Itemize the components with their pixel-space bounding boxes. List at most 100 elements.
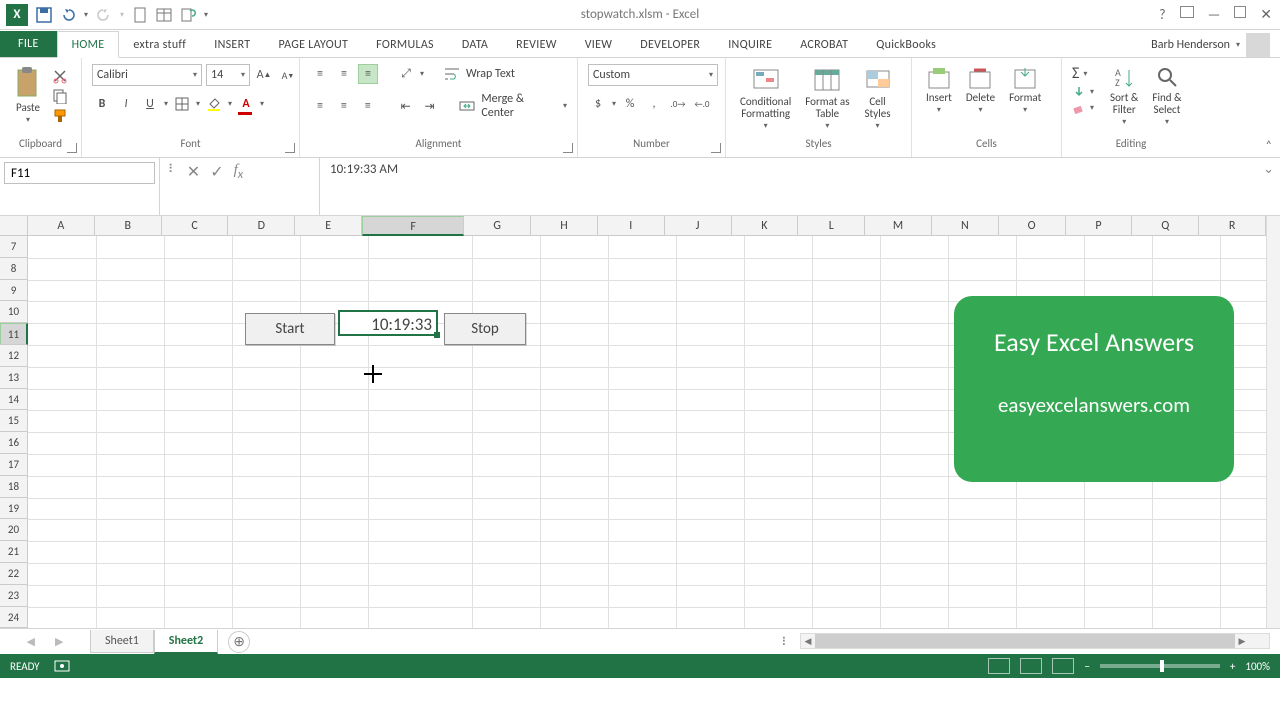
row-header[interactable]: 22 (0, 563, 28, 585)
font-color-button[interactable]: A (236, 94, 256, 114)
wrap-text-button[interactable]: Wrap Text (466, 67, 515, 81)
column-header[interactable]: H (531, 216, 598, 236)
percent-format-icon[interactable]: % (620, 94, 640, 114)
row-header[interactable]: 8 (0, 258, 28, 280)
align-left-icon[interactable]: ≡ (310, 96, 330, 116)
zoom-slider[interactable] (1100, 664, 1220, 668)
borders-button[interactable] (172, 94, 192, 114)
orientation-icon[interactable]: ⤢ (396, 64, 416, 84)
sort-filter-button[interactable]: AZSort & Filter▾ (1106, 64, 1142, 129)
merge-center-button[interactable]: Merge & Center (481, 92, 559, 120)
zoom-level[interactable]: 100% (1245, 660, 1270, 673)
tab-file[interactable]: FILE (0, 31, 57, 57)
scroll-thumb[interactable] (815, 634, 1235, 648)
row-header[interactable]: 11 (0, 323, 28, 345)
zoom-out-icon[interactable]: − (1084, 660, 1089, 673)
column-header[interactable]: M (865, 216, 932, 236)
start-button[interactable]: Start (245, 313, 335, 345)
avatar[interactable] (1246, 33, 1270, 57)
tab-inquire[interactable]: INQUIRE (714, 32, 786, 57)
row-header[interactable]: 9 (0, 280, 28, 302)
tab-developer[interactable]: DEVELOPER (626, 32, 714, 57)
align-bottom-icon[interactable]: ≡ (358, 64, 378, 84)
format-painter-icon[interactable] (52, 108, 68, 124)
row-header[interactable]: 12 (0, 345, 28, 367)
page-layout-view-icon[interactable] (1020, 658, 1042, 674)
align-center-icon[interactable]: ≡ (334, 96, 354, 116)
bold-button[interactable]: B (92, 94, 112, 114)
conditional-formatting-button[interactable]: Conditional Formatting▾ (736, 64, 795, 133)
tab-quickbooks[interactable]: QuickBooks (862, 32, 950, 57)
number-format-combo[interactable]: Custom▾ (588, 64, 718, 86)
qat-grid-icon[interactable] (156, 7, 172, 23)
qat-new-icon[interactable] (132, 7, 148, 23)
column-header[interactable]: D (228, 216, 295, 236)
clipboard-launcher-icon[interactable] (67, 143, 77, 153)
row-header[interactable]: 17 (0, 454, 28, 476)
page-break-view-icon[interactable] (1052, 658, 1074, 674)
ribbon-display-icon[interactable] (1180, 6, 1194, 18)
tab-home[interactable]: HOME (57, 31, 120, 58)
expand-formula-bar-icon[interactable]: ⌄ (1263, 162, 1274, 177)
collapse-ribbon-icon[interactable]: ˄ (1266, 139, 1272, 153)
tab-review[interactable]: REVIEW (502, 32, 571, 57)
column-header[interactable]: G (464, 216, 531, 236)
column-header[interactable]: K (732, 216, 799, 236)
user-dropdown-icon[interactable]: ▾ (1236, 40, 1240, 50)
minimize-icon[interactable]: — (1208, 6, 1221, 23)
decrease-font-icon[interactable]: A▼ (278, 65, 298, 85)
column-header[interactable]: E (295, 216, 362, 236)
cancel-formula-icon[interactable]: ✕ (187, 162, 200, 182)
column-header[interactable]: R (1199, 216, 1266, 236)
new-sheet-button[interactable]: ⊕ (228, 631, 250, 653)
row-header[interactable]: 15 (0, 410, 28, 432)
find-select-button[interactable]: Find & Select▾ (1148, 64, 1185, 129)
select-all-corner[interactable] (0, 216, 28, 236)
decrease-indent-icon[interactable]: ⇤ (396, 96, 416, 116)
align-middle-icon[interactable]: ≡ (334, 64, 354, 84)
fx-icon[interactable]: fx (234, 162, 244, 182)
vertical-scrollbar[interactable] (1266, 216, 1280, 628)
undo-dropdown-icon[interactable]: ▾ (84, 10, 88, 20)
number-launcher-icon[interactable] (711, 143, 721, 153)
stop-button[interactable]: Stop (444, 313, 526, 345)
column-header[interactable]: A (28, 216, 95, 236)
comma-format-icon[interactable]: , (644, 94, 664, 114)
horizontal-scrollbar[interactable]: ◀ ▶ (800, 633, 1270, 649)
row-header[interactable]: 13 (0, 367, 28, 389)
zoom-in-icon[interactable]: + (1230, 660, 1235, 673)
column-header[interactable]: P (1066, 216, 1133, 236)
column-header[interactable]: F (362, 216, 464, 236)
column-header[interactable]: J (665, 216, 732, 236)
row-header[interactable]: 24 (0, 607, 28, 629)
tab-insert[interactable]: INSERT (200, 32, 264, 57)
scroll-right-icon[interactable]: ▶ (1235, 636, 1249, 647)
column-header[interactable]: B (95, 216, 162, 236)
alignment-launcher-icon[interactable] (563, 143, 573, 153)
sheet-nav-next-icon[interactable]: ▶ (55, 635, 63, 648)
name-box[interactable] (0, 158, 160, 215)
row-header[interactable]: 23 (0, 585, 28, 607)
sheet-nav-prev-icon[interactable]: ◀ (27, 635, 35, 648)
increase-font-icon[interactable]: A▲ (254, 65, 274, 85)
tab-data[interactable]: DATA (448, 32, 502, 57)
tab-formulas[interactable]: FORMULAS (362, 32, 448, 57)
decrease-decimal-icon[interactable]: ←.0 (692, 94, 712, 114)
macro-record-icon[interactable] (54, 659, 70, 673)
selected-cell[interactable]: 10:19:33 (338, 310, 438, 336)
autosum-button[interactable]: Σ▾ (1072, 64, 1094, 83)
font-size-combo[interactable]: 14▾ (206, 64, 250, 86)
redo-icon[interactable] (96, 7, 112, 23)
qat-refresh-icon[interactable] (180, 7, 196, 23)
cells-area[interactable]: Start 10:19:33 Stop Easy Excel Answers e… (28, 236, 1266, 628)
align-right-icon[interactable]: ≡ (358, 96, 378, 116)
increase-indent-icon[interactable]: ⇥ (420, 96, 440, 116)
close-icon[interactable]: ✕ (1260, 6, 1272, 23)
copy-icon[interactable] (52, 88, 68, 104)
help-icon[interactable]: ? (1159, 6, 1166, 23)
font-name-combo[interactable]: Calibri▾ (92, 64, 202, 86)
name-box-dropdown-icon[interactable]: ⠇ (168, 162, 177, 177)
formula-input[interactable]: 10:19:33 AM ⌄ (320, 158, 1280, 215)
tab-acrobat[interactable]: ACROBAT (786, 32, 862, 57)
column-header[interactable]: N (932, 216, 999, 236)
